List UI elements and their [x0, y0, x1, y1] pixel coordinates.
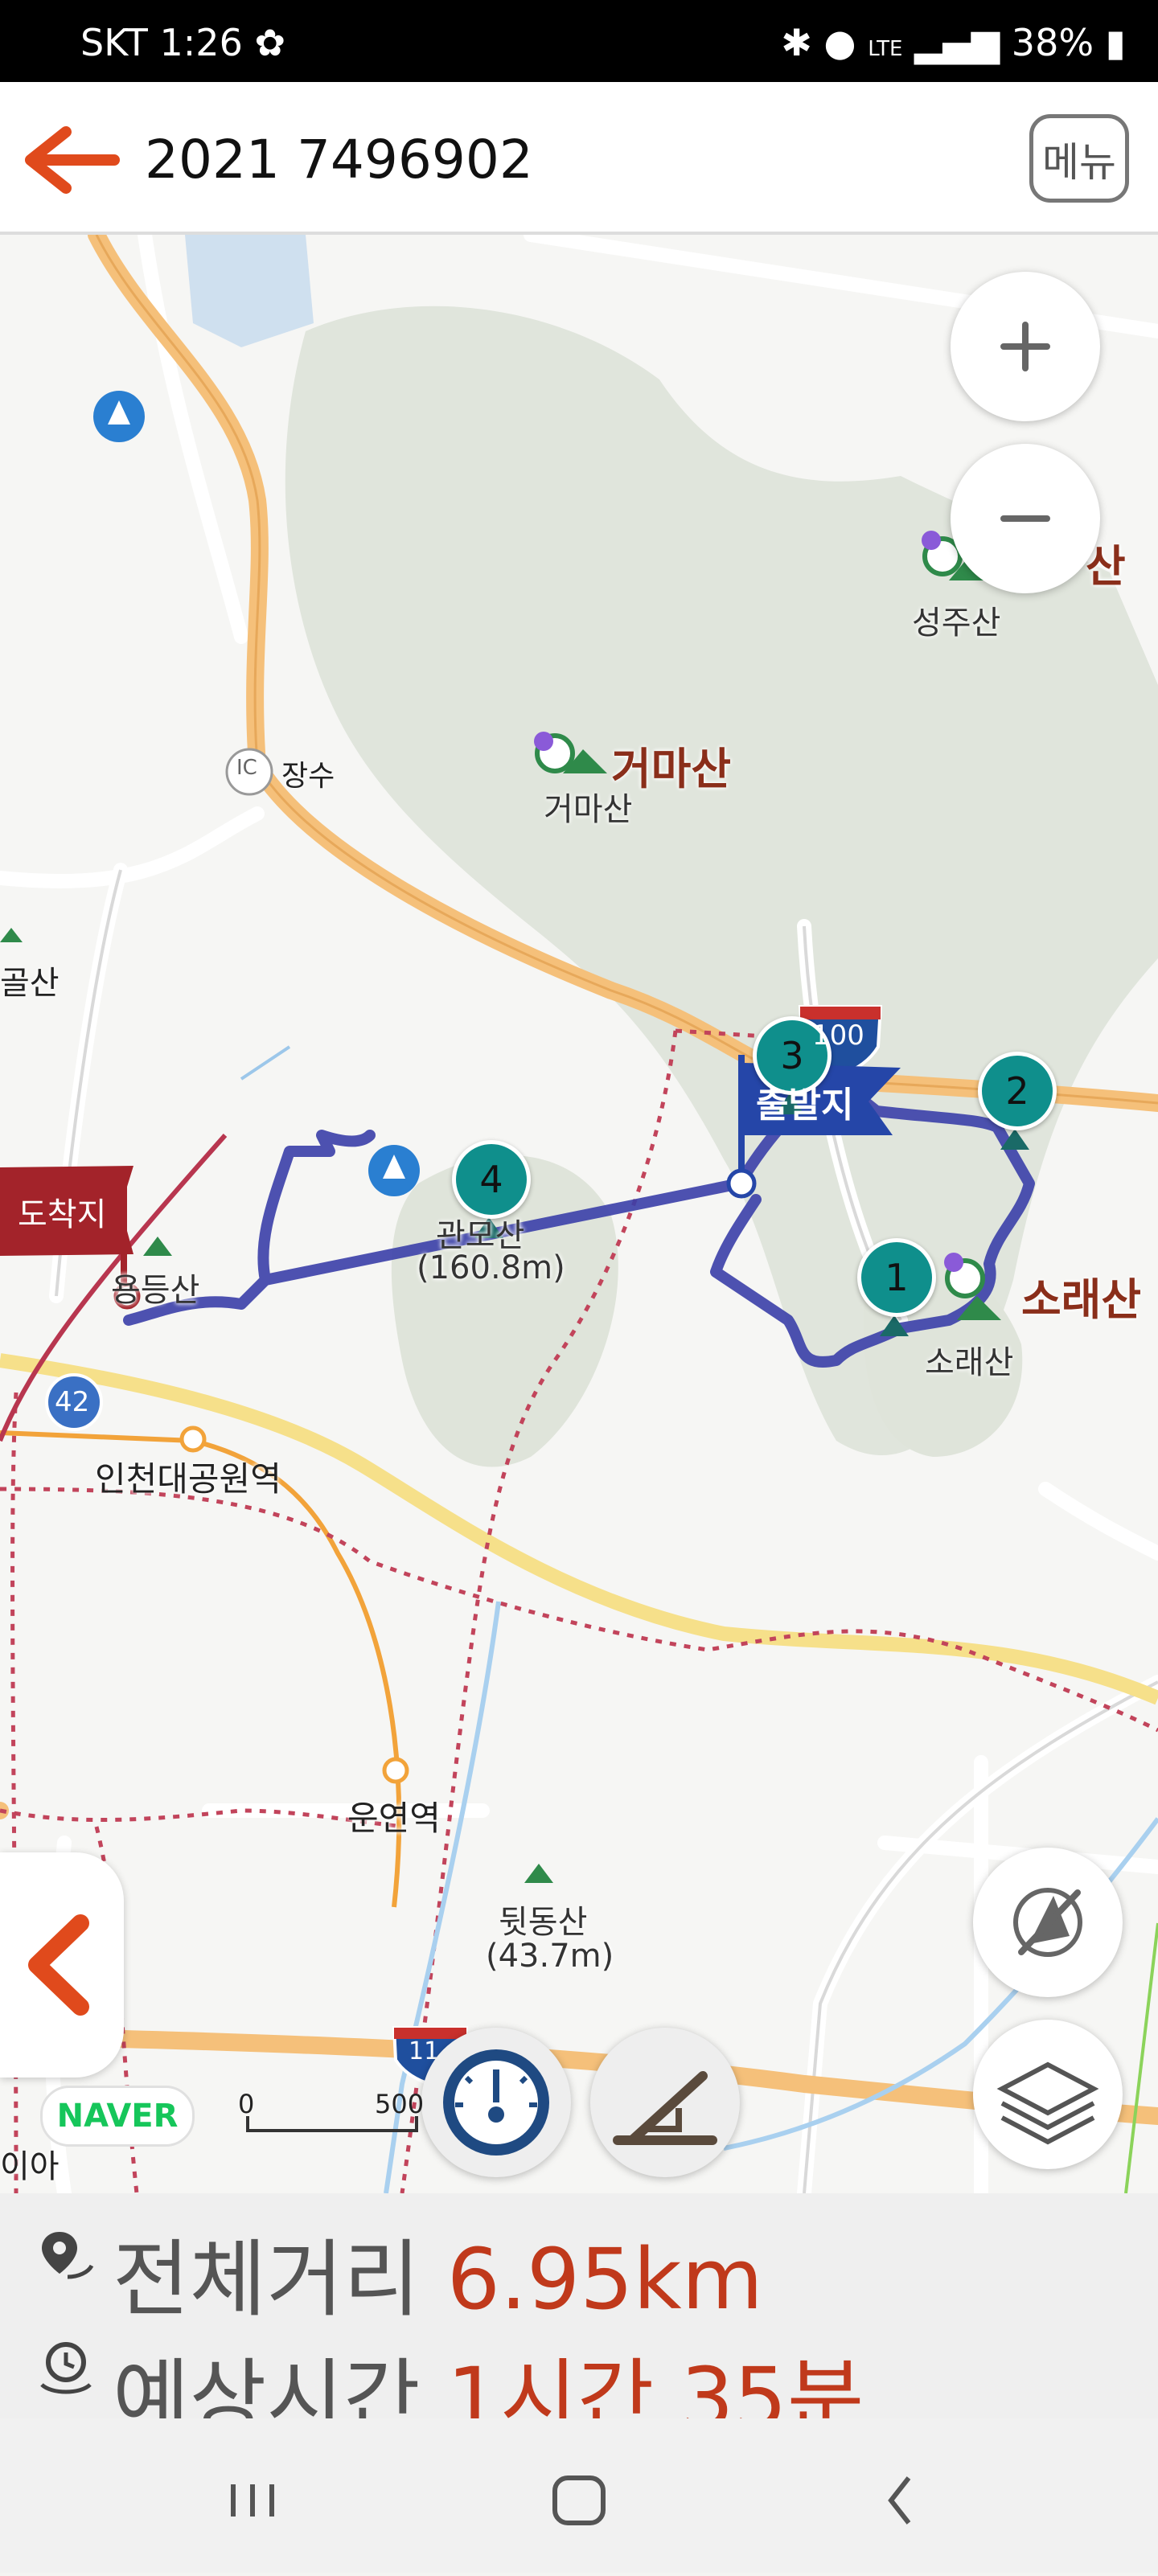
- scale-500-label: 500: [375, 2089, 425, 2119]
- network-label: LTE: [868, 37, 903, 61]
- distance-label: 전체거리: [113, 2230, 421, 2328]
- water-area: [185, 235, 314, 347]
- waypoint-marker-2[interactable]: 2: [978, 1052, 1057, 1130]
- ic-label: IC: [236, 756, 257, 780]
- waypoint-marker-4[interactable]: 4: [452, 1140, 531, 1219]
- scale-zero-label: 0: [238, 2089, 255, 2119]
- naver-logo: NAVER: [40, 2086, 195, 2147]
- layers-icon: [996, 2061, 1099, 2145]
- mountain-label-dwitdongsan: 뒷동산: [499, 1904, 588, 1941]
- start-flag-label: 출발지: [756, 1085, 854, 1126]
- green-line: [1124, 1922, 1158, 2193]
- tree-icon: [93, 391, 145, 442]
- station-marker-2: [382, 1757, 409, 1784]
- station-marker: [179, 1425, 207, 1453]
- waypoint-marker-1[interactable]: 1: [857, 1238, 936, 1317]
- peak-icon-4: [0, 928, 23, 942]
- peak-icon: [143, 1237, 172, 1256]
- place-label-jangsu: 장수: [281, 760, 335, 793]
- status-right: ✱ ● LTE ▂▄▆ 38% ▮: [781, 21, 1126, 64]
- place-label-a: 이아: [0, 2148, 60, 2185]
- subway-line: [0, 1430, 402, 1908]
- clock: 1:26: [159, 21, 243, 64]
- station-label-incheon: 인천대공원역: [95, 1459, 281, 1499]
- back-arrow-icon[interactable]: [24, 124, 121, 196]
- end-flag-label: 도착지: [18, 1196, 107, 1233]
- mountain-elev-gwanmosan: (160.8m): [417, 1249, 565, 1286]
- route-summary-panel: 전체거리 6.95km 예상시간 1시간 35분: [0, 2193, 1158, 2447]
- elevation-button[interactable]: [590, 2028, 740, 2177]
- layers-button[interactable]: [973, 2020, 1123, 2169]
- status-bar: SKT 1:26 ✿ ✱ ● LTE ▂▄▆ 38% ▮: [0, 0, 1158, 82]
- carrier-label: SKT: [80, 21, 148, 64]
- compass-toggle-button[interactable]: [973, 1848, 1123, 1997]
- recent-apps-icon[interactable]: [231, 2484, 274, 2517]
- home-icon[interactable]: [552, 2476, 606, 2525]
- route-number-42: 42: [55, 1386, 90, 1418]
- distance-value: 6.95km: [446, 2230, 763, 2328]
- zoom-in-button[interactable]: [951, 272, 1100, 421]
- peak-icon-3: [524, 1864, 553, 1883]
- distance-row: 전체거리 6.95km: [113, 2211, 763, 2332]
- water-area-2: [240, 1045, 291, 1081]
- back-icon[interactable]: [888, 2476, 911, 2525]
- elevation-icon: [613, 2071, 717, 2145]
- place-label-gol: 골산: [0, 965, 60, 1002]
- zoom-out-button[interactable]: [951, 444, 1100, 593]
- fan-icon: ✿: [254, 21, 286, 64]
- menu-button[interactable]: 메뉴: [1029, 114, 1129, 203]
- bluetooth-icon: ✱: [781, 21, 812, 64]
- app-bar: 2021 7496902 메뉴: [0, 82, 1158, 235]
- minus-icon: [1000, 515, 1050, 522]
- status-left: SKT 1:26 ✿: [80, 21, 285, 64]
- station-label-unyeon: 운연역: [347, 1799, 441, 1838]
- location-icon: ●: [823, 21, 856, 64]
- mountain-label-seongjusan: 성주산: [912, 605, 1001, 642]
- plus-icon: [1000, 322, 1050, 371]
- system-navigation-bar: [0, 2418, 1158, 2573]
- battery-level: 38%: [1011, 21, 1094, 64]
- distance-icon: [42, 2232, 94, 2279]
- mountain-sublabel-soraesan: 소래산: [925, 1344, 1014, 1381]
- compass-off-icon: [1013, 1888, 1082, 1957]
- speedometer-icon: [443, 2049, 549, 2156]
- time-icon: [40, 2342, 92, 2394]
- scale-bar: [246, 2116, 418, 2132]
- page-title: 2021 7496902: [145, 129, 533, 191]
- battery-icon: ▮: [1105, 21, 1126, 64]
- mountain-sublabel-geomasan: 거마산: [544, 791, 633, 828]
- chevron-left-icon: [28, 1914, 89, 2016]
- route-number-100: 100: [812, 1019, 864, 1052]
- mountain-label-soraesan: 소래산: [1021, 1274, 1142, 1325]
- mountain-elev-dwitdongsan: (43.7m): [486, 1938, 614, 1975]
- side-panel-toggle[interactable]: [0, 1852, 124, 2078]
- nav-icons: [231, 2476, 911, 2525]
- speedometer-button[interactable]: [421, 2028, 571, 2177]
- tree-icon-2: [368, 1145, 420, 1196]
- map-view[interactable]: 1 2 3 4 출발지 도착지 거마산 거마산 성주산 산 소래산 소래산 관모…: [0, 235, 1158, 2193]
- signal-icon: ▂▄▆: [914, 21, 1000, 64]
- mountain-label-yongdeungsan: 용등산: [111, 1272, 200, 1309]
